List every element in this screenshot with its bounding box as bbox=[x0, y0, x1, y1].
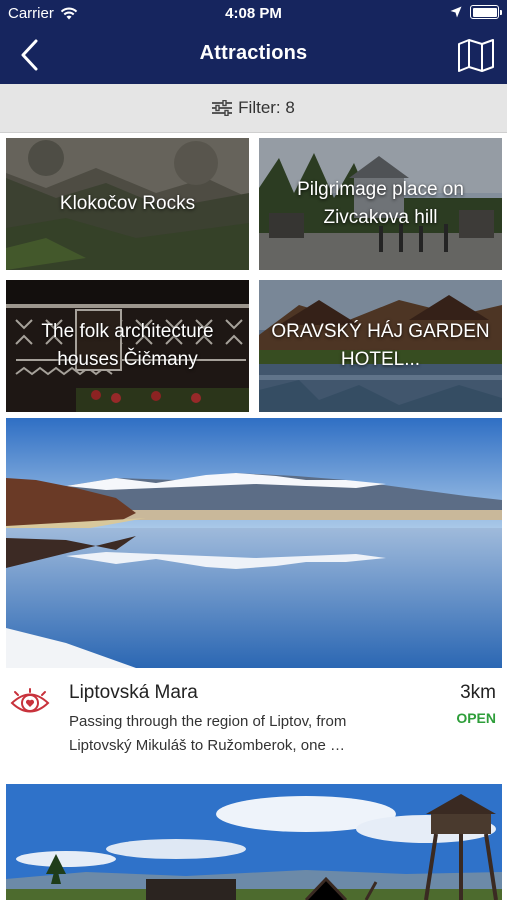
map-button[interactable] bbox=[457, 38, 495, 72]
navigation-bar: Carrier 4:08 PM Attractions bbox=[0, 0, 507, 84]
lookout-tower-image bbox=[6, 784, 502, 900]
map-icon bbox=[458, 39, 494, 72]
attraction-tile-pilgrimage-place[interactable]: Pilgrimage place on Zivcakova hill bbox=[259, 138, 502, 270]
tile-label: Klokočov Rocks bbox=[59, 193, 196, 214]
location-arrow-icon bbox=[450, 6, 462, 18]
attraction-status: OPEN bbox=[456, 710, 496, 726]
next-attraction-image[interactable] bbox=[6, 784, 502, 900]
filter-bar[interactable]: Filter: 8 bbox=[0, 84, 507, 133]
featured-attraction-row[interactable]: Liptovská Mara Passing through the regio… bbox=[0, 668, 507, 778]
lake-image bbox=[6, 418, 502, 668]
sliders-icon bbox=[212, 100, 233, 116]
featured-attraction-image[interactable] bbox=[6, 418, 502, 668]
battery-icon bbox=[470, 5, 502, 19]
attraction-title: Liptovská Mara bbox=[69, 682, 198, 703]
status-time: 4:08 PM bbox=[225, 5, 282, 22]
attraction-tile-folk-architecture[interactable]: The folk architecture houses Čičmany bbox=[6, 280, 249, 412]
page-title: Attractions bbox=[199, 42, 308, 64]
attraction-tile-klokocov-rocks[interactable]: Klokočov Rocks bbox=[6, 138, 249, 270]
filter-label: Filter: 8 bbox=[238, 98, 295, 117]
tile-label: Pilgrimage place on Zivcakova hill bbox=[297, 179, 464, 228]
attraction-description: Passing through the region of Liptov, fr… bbox=[69, 713, 347, 754]
tile-label: The folk architecture houses Čičmany bbox=[41, 321, 214, 370]
status-right bbox=[450, 5, 502, 19]
status-bar: Carrier 4:08 PM bbox=[0, 0, 507, 28]
tile-label: ORAVSKÝ HÁJ GARDEN HOTEL... bbox=[271, 321, 490, 370]
attraction-distance: 3km bbox=[460, 682, 496, 703]
eye-heart-icon bbox=[10, 688, 50, 713]
attraction-tile-oravsky-haj[interactable]: ORAVSKÝ HÁJ GARDEN HOTEL... bbox=[259, 280, 502, 412]
